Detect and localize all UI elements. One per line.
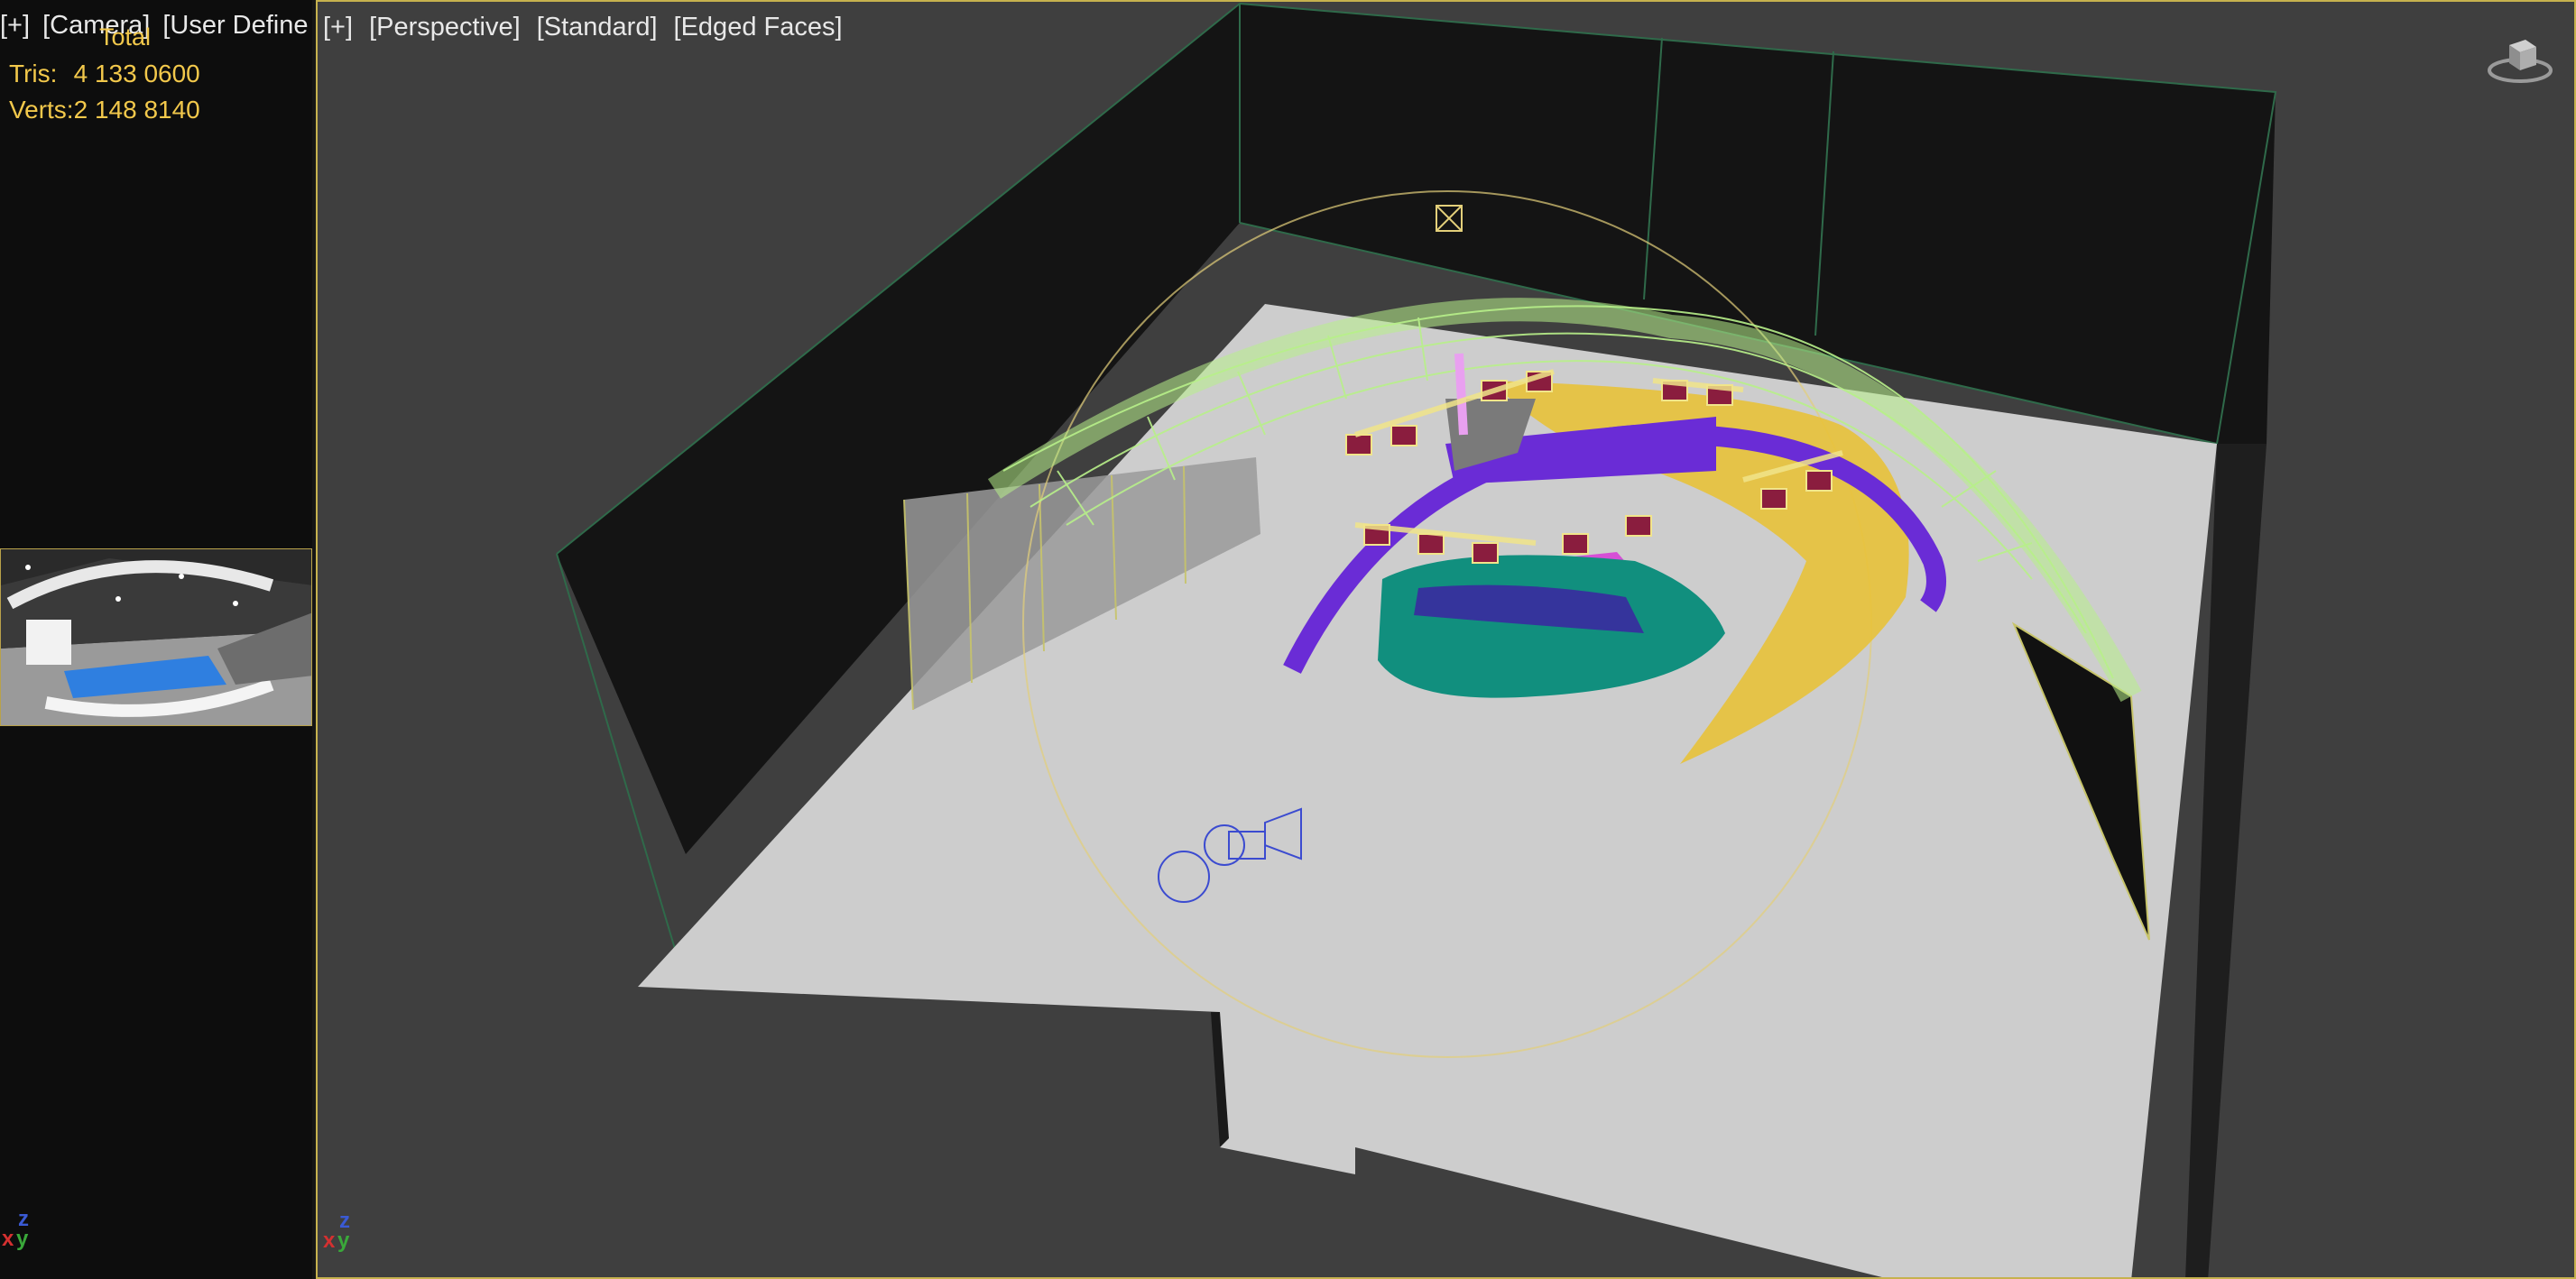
stats-selected-value: 0 bbox=[186, 96, 200, 124]
camera-viewport[interactable]: [+] [Camera] [User Define Total Tris: 4 … bbox=[0, 0, 312, 1279]
stats-total-value: 2 148 814 bbox=[73, 96, 187, 124]
perspective-viewport-labels: [+] [Perspective] [Standard] [Edged Face… bbox=[323, 9, 859, 45]
viewport-plus-menu[interactable]: [+] bbox=[0, 11, 30, 41]
axis-y-label: y bbox=[16, 1227, 29, 1251]
shading-standard-menu[interactable]: [Standard] bbox=[537, 13, 658, 42]
stats-label: Tris: bbox=[9, 60, 58, 87]
perspective-menu[interactable]: [Perspective] bbox=[369, 13, 521, 42]
viewport-plus-menu[interactable]: [+] bbox=[323, 13, 353, 42]
stats-total-value: 4 133 060 bbox=[73, 60, 187, 87]
viewcube-icon[interactable] bbox=[2484, 29, 2556, 97]
stats-row-verts: Verts: 2 148 814 0 bbox=[9, 92, 200, 128]
edged-faces-menu[interactable]: [Edged Faces] bbox=[674, 13, 843, 42]
camera-preview-render bbox=[1, 549, 311, 725]
stats-selected-value: 0 bbox=[186, 60, 200, 87]
perspective-viewport[interactable]: [+] [Perspective] [Standard] [Edged Face… bbox=[316, 0, 2576, 1279]
stats-row-tris: Tris: 4 133 060 0 bbox=[9, 56, 200, 92]
axis-tripod-icon: z x y bbox=[2, 1207, 38, 1261]
user-defined-menu[interactable]: [User Define bbox=[162, 11, 308, 41]
camera-preview-thumbnail[interactable] bbox=[0, 548, 312, 726]
camera-viewport-labels: [+] [Camera] [User Define bbox=[0, 7, 321, 43]
stats-total-header: Total bbox=[99, 23, 152, 51]
stats-table: Tris: 4 133 060 0 Verts: 2 148 814 0 bbox=[9, 56, 200, 128]
scene-render bbox=[556, 2, 2277, 1277]
axis-y-label: y bbox=[337, 1228, 350, 1253]
axis-x-label: x bbox=[2, 1227, 14, 1251]
axis-tripod-icon: z x y bbox=[323, 1209, 359, 1263]
stats-label: Verts: bbox=[9, 96, 74, 124]
axis-x-label: x bbox=[323, 1228, 336, 1253]
